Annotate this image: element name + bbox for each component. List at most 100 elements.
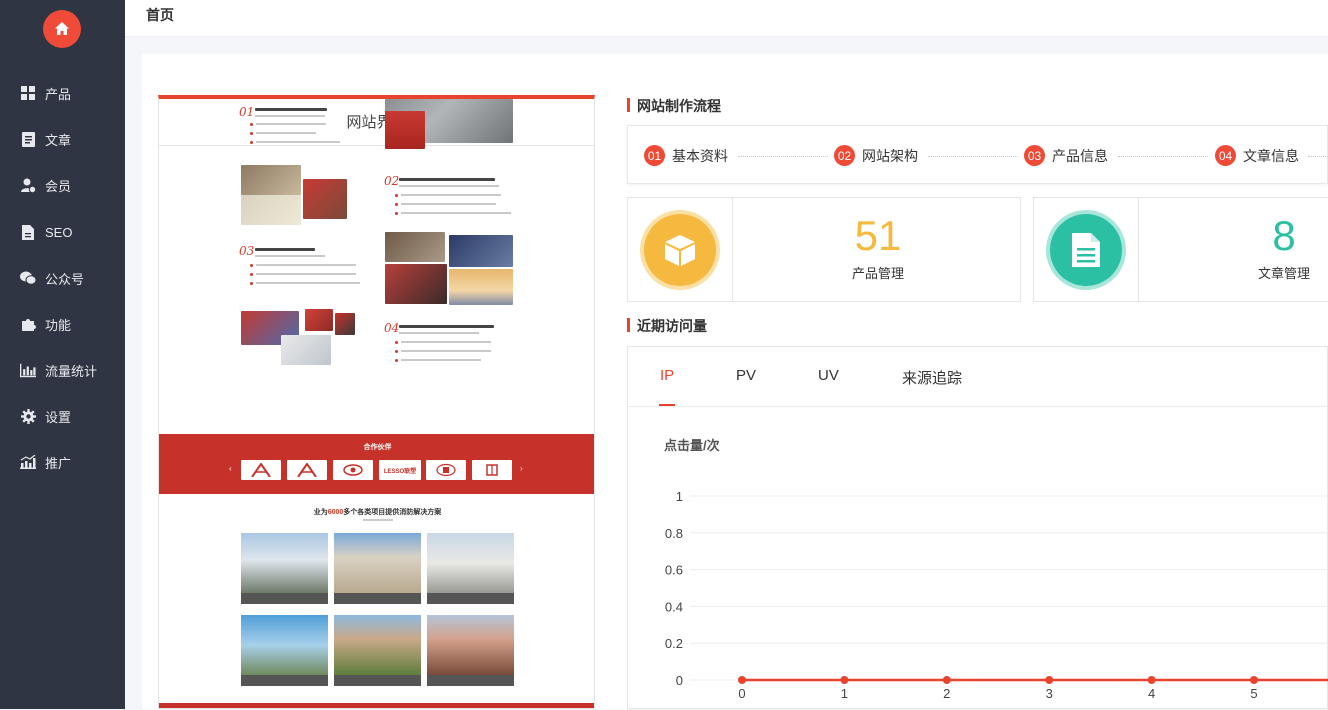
preview-section-number: 04 (384, 321, 400, 335)
chart-x-tick-label: 1 (841, 686, 848, 701)
partner-logo (333, 460, 373, 480)
preview-case-card (334, 615, 421, 687)
preview-text-line (401, 350, 491, 352)
puzzle-icon (20, 316, 36, 332)
preview-section-2: 02 (384, 174, 524, 224)
chart-data-point (1147, 676, 1156, 684)
flow-step-2[interactable]: 02 网站架构 (834, 145, 918, 166)
step-number-badge: 01 (644, 145, 665, 166)
stat-card-articles[interactable]: 8 文章管理 (1033, 197, 1328, 302)
preview-section-4: 04 (384, 321, 524, 371)
wechat-icon (20, 270, 36, 286)
preview-case-card (241, 533, 328, 605)
sidebar-item-promotion[interactable]: 推广 (0, 444, 125, 480)
chevron-left-icon: ‹ (229, 464, 232, 473)
preview-bullet (250, 132, 253, 135)
flow-step-3[interactable]: 03 产品信息 (1024, 145, 1108, 166)
visits-line-chart: 0 0.2 0.4 0.6 0.8 1 0 1 2 3 4 5 (665, 489, 1328, 701)
sidebar-item-label: 流量统计 (45, 363, 98, 379)
preview-photo-world-map (449, 235, 513, 267)
preview-case-card (427, 533, 514, 605)
website-preview-panel: 网站界面 01 02 03 04 合作伙伴 ‹ LESSO联塑 › 业为6000… (158, 95, 595, 709)
stat-icon-box (1034, 198, 1139, 301)
chart-y-tick-label: 0 (676, 673, 683, 688)
gear-icon (20, 408, 36, 424)
chart-data-point (1045, 676, 1054, 684)
preview-bullet (395, 359, 398, 362)
preview-photo-products (303, 179, 347, 219)
case-photo (427, 615, 514, 675)
sidebar-item-label: 功能 (45, 317, 72, 333)
preview-bullet (250, 264, 253, 267)
preview-case-card (241, 615, 328, 687)
sidebar-item-wechat[interactable]: 公众号 (0, 260, 125, 296)
chart-data-point (1250, 676, 1258, 684)
case-caption (334, 675, 421, 686)
sidebar-item-label: 设置 (45, 409, 72, 425)
preview-text-line (256, 141, 340, 143)
chart-y-tick-label: 0.4 (665, 599, 683, 614)
sidebar-item-traffic-stats[interactable]: 流量统计 (0, 352, 125, 388)
home-button[interactable] (43, 10, 81, 48)
case-photo (241, 533, 328, 593)
sidebar-item-products[interactable]: 产品 (0, 75, 125, 111)
preview-text-line (401, 194, 501, 196)
visits-panel: IP PV UV 来源追踪 点击量/次 0 0.2 0.4 0.6 0.8 1 0 1 2 3 4 5 (627, 346, 1328, 709)
sidebar-item-members[interactable]: 会员 (0, 167, 125, 203)
preview-text-line (401, 212, 511, 214)
sidebar-item-label: 产品 (45, 86, 72, 102)
preview-photo-warehouse (241, 165, 301, 195)
preview-text-line (256, 123, 326, 125)
preview-text-line (401, 359, 481, 361)
growth-chart-icon (20, 454, 36, 470)
preview-text-line (255, 115, 325, 117)
partner-logo (472, 460, 512, 480)
box-icon (644, 214, 716, 286)
preview-heading-line (255, 108, 327, 111)
step-number-badge: 02 (834, 145, 855, 166)
sidebar-item-seo[interactable]: SEO (0, 214, 125, 250)
sidebar-item-settings[interactable]: 设置 (0, 398, 125, 434)
step-label: 产品信息 (1052, 147, 1108, 164)
preview-bullet (395, 194, 398, 197)
sidebar-item-label: 推广 (45, 455, 72, 471)
preview-bullet (395, 212, 398, 215)
flow-step-4[interactable]: 04 文章信息 (1215, 145, 1299, 166)
step-number-badge: 04 (1215, 145, 1236, 166)
preview-photo-team (305, 309, 333, 331)
preview-text-line (401, 203, 496, 205)
preview-section-number: 01 (239, 105, 255, 119)
preview-photo-machine (385, 264, 447, 304)
solutions-title-highlight: 6000 (327, 509, 344, 516)
sidebar-item-articles[interactable]: 文章 (0, 121, 125, 157)
preview-bullet (250, 123, 253, 126)
chevron-right-icon: › (520, 464, 523, 473)
preview-photo-sunset (449, 269, 513, 305)
sidebar-item-label: 会员 (45, 178, 72, 194)
step-label: 文章信息 (1243, 147, 1299, 164)
preview-bullet (250, 273, 253, 276)
chart-data-point (738, 676, 746, 684)
stat-icon-box (628, 198, 733, 301)
case-photo (334, 533, 421, 593)
preview-text-line (399, 185, 499, 187)
partner-logo (287, 460, 327, 480)
flow-step-1[interactable]: 01 基本资料 (644, 145, 728, 166)
home-icon (55, 22, 69, 35)
stat-card-products[interactable]: 51 产品管理 (627, 197, 1021, 302)
sidebar-item-label: 公众号 (45, 271, 85, 287)
bar-chart-icon (20, 362, 36, 378)
case-caption (241, 593, 328, 604)
stat-label: 文章管理 (1257, 266, 1310, 281)
sidebar-item-features[interactable]: 功能 (0, 306, 125, 342)
preview-footer-band (159, 703, 594, 708)
step-connector (1118, 156, 1208, 157)
preview-section-number: 03 (239, 244, 255, 258)
preview-photo-extinguishers (385, 111, 425, 149)
step-label: 网站架构 (862, 147, 918, 164)
case-caption (427, 675, 514, 686)
chart-y-tick-label: 0.2 (665, 636, 683, 651)
preview-photo-laptop (281, 335, 331, 365)
preview-text-line (256, 282, 360, 284)
chart-x-tick-label: 4 (1148, 686, 1155, 701)
